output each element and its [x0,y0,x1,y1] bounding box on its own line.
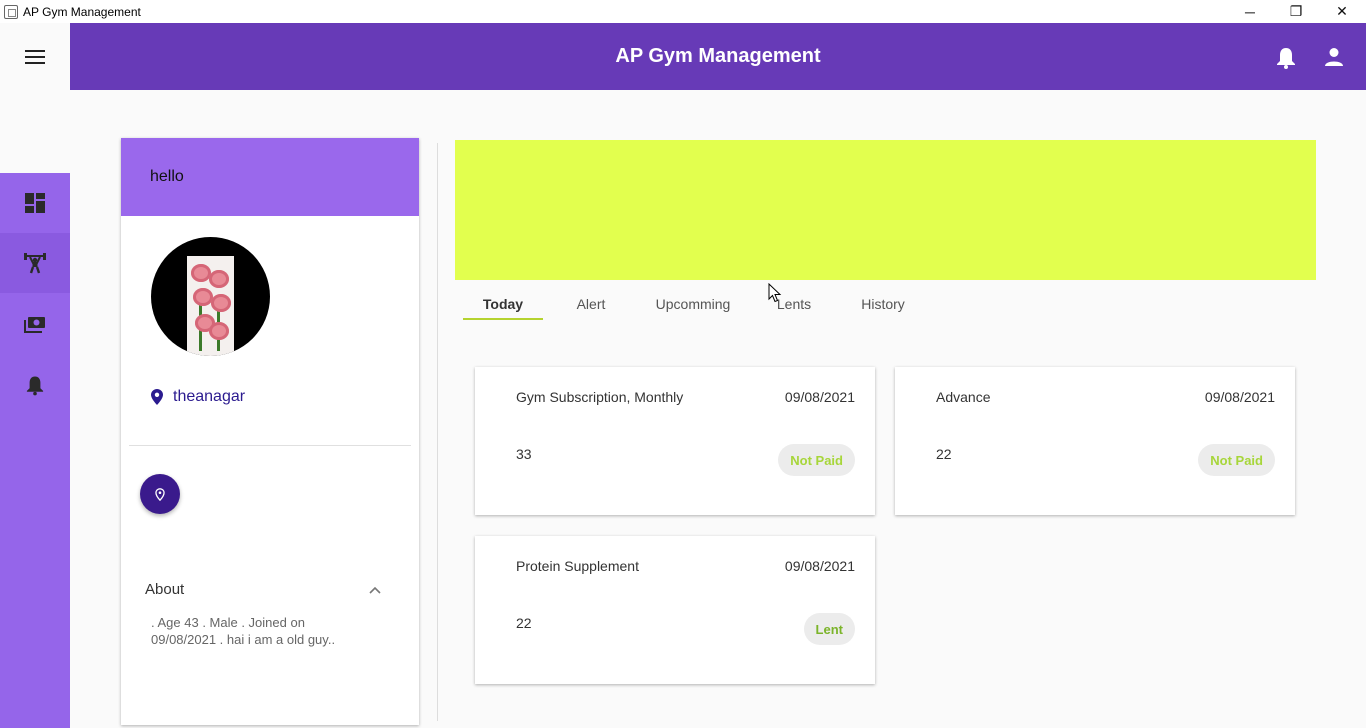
payment-amount: 22 [516,615,532,631]
profile-header-text: hello [150,168,184,185]
profile-divider [129,445,411,446]
status-chip: Lent [803,613,855,645]
account-icon[interactable] [1324,47,1344,67]
payment-date: 09/08/2021 [1204,389,1275,405]
tab-upcomming[interactable]: Upcomming [649,287,737,321]
nav-rail [0,173,70,728]
payment-card[interactable]: Advance 09/08/2021 22 Not Paid [895,367,1295,515]
payment-item: Protein Supplement [516,558,639,574]
payment-amount: 33 [516,446,532,462]
about-label: About [145,581,185,598]
profile-header: hello [121,138,419,216]
window-title: AP Gym Management [23,4,141,19]
rail-item-notifications[interactable] [0,355,70,415]
tab-indicator [463,318,543,320]
tab-history[interactable]: History [853,287,913,321]
close-button[interactable]: ✕ [1319,0,1365,23]
menu-icon[interactable] [25,49,45,64]
payment-date: 09/08/2021 [784,389,855,405]
notifications-icon [26,376,44,395]
rail-item-dashboard[interactable] [0,173,70,233]
mouse-cursor-icon [768,283,782,303]
vertical-separator [437,143,438,721]
status-chip: Not Paid [1198,444,1275,476]
payment-amount: 22 [936,446,952,462]
about-section-toggle[interactable]: About [145,581,381,598]
payment-card[interactable]: Gym Subscription, Monthly 09/08/2021 33 … [475,367,875,515]
fitness-icon [24,253,46,274]
payment-card[interactable]: Protein Supplement 09/08/2021 22 Lent [475,536,875,684]
banner [455,140,1316,280]
window-titlebar: AP Gym Management ─ ❐ ✕ [0,0,1366,23]
profile-location: theanagar [151,388,245,406]
dashboard-icon [25,193,45,213]
payment-date: 09/08/2021 [784,558,855,574]
location-pin-icon [155,487,165,501]
avatar [151,237,270,356]
tab-alert[interactable]: Alert [563,287,619,321]
rail-item-payments[interactable] [0,295,70,355]
tab-today[interactable]: Today [463,287,543,321]
app-bar: AP Gym Management [70,23,1366,90]
maximize-button[interactable]: ❐ [1273,0,1319,23]
app-title: AP Gym Management [615,45,821,67]
rail-item-fitness[interactable] [0,233,70,293]
location-name: theanagar [173,388,246,405]
location-fab-button[interactable] [140,474,180,514]
payments-icon [24,317,45,333]
payment-item: Advance [936,389,991,405]
payment-item: Gym Subscription, Monthly [516,389,684,405]
chevron-up-icon [369,586,381,594]
about-text: . Age 43 . Male . Joined on 09/08/2021 .… [151,615,336,647]
app-icon [4,4,18,19]
avatar-photo [187,256,234,356]
notifications-icon[interactable] [1276,47,1296,69]
minimize-button[interactable]: ─ [1227,0,1273,23]
menu-area [0,23,70,90]
profile-card: hello theanagar About . Age 43 . Male . … [121,138,419,725]
status-chip: Not Paid [778,444,855,476]
location-pin-icon [151,389,163,405]
